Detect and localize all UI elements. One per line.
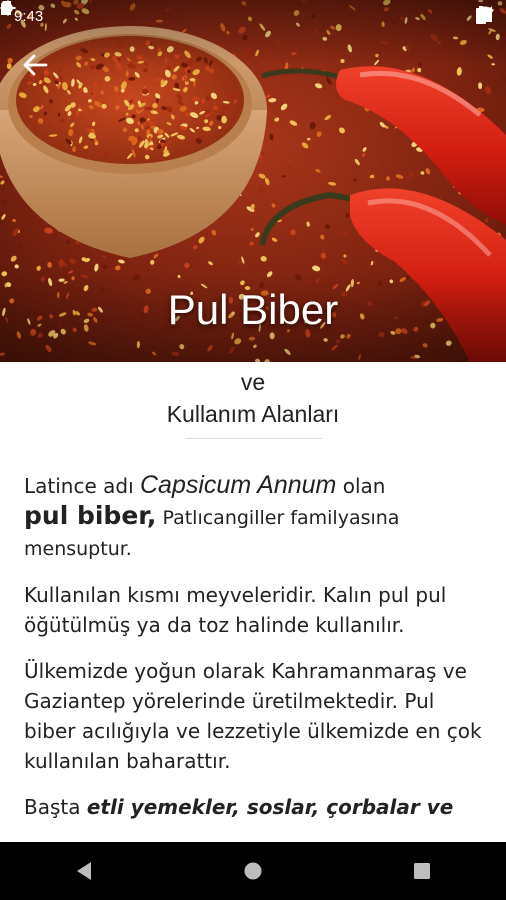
subtitle: ve Kullanım Alanları [0,366,506,430]
dishes-emphasis: etli yemekler, soslar, çorbalar ve [86,795,454,819]
nav-recents-button[interactable] [402,851,442,891]
subtitle-line-1: ve [240,369,266,395]
subtitle-line-2: Kullanım Alanları [166,401,340,427]
triangle-back-icon [77,862,92,880]
paragraph-dishes: Başta etli yemekler, soslar, çorbalar ve [24,792,486,822]
circle-home-icon [244,862,262,880]
paragraph-intro: Latince adı Capsicum Annum olan pul bibe… [24,470,486,564]
dishes-lead: Başta [24,795,87,819]
status-bar: 9:43 [0,0,506,32]
nav-home-button[interactable] [233,851,273,891]
intro-text: Latince adı [24,474,140,498]
square-recents-icon [413,863,430,879]
paragraph-production: Ülkemizde yoğun olarak Kahramanmaraş ve … [24,659,482,773]
navigation-bar [0,842,506,900]
article-body: Latince adı Capsicum Annum olan pul bibe… [24,470,486,838]
divider [186,438,322,439]
nav-back-button[interactable] [64,851,104,891]
back-arrow-icon[interactable] [20,50,50,80]
paragraph-usage: Kullanılan kısmı meyveleridir. Kalın pul… [24,583,447,637]
hero-image: 9:43 Pul Biber [0,0,506,362]
bold-term: pul biber, [24,501,157,530]
latin-name: Capsicum Annum [140,471,337,499]
status-time: 9:43 [14,7,44,25]
intro-text-2: olan [336,474,386,498]
page-title: Pul Biber [167,286,339,333]
